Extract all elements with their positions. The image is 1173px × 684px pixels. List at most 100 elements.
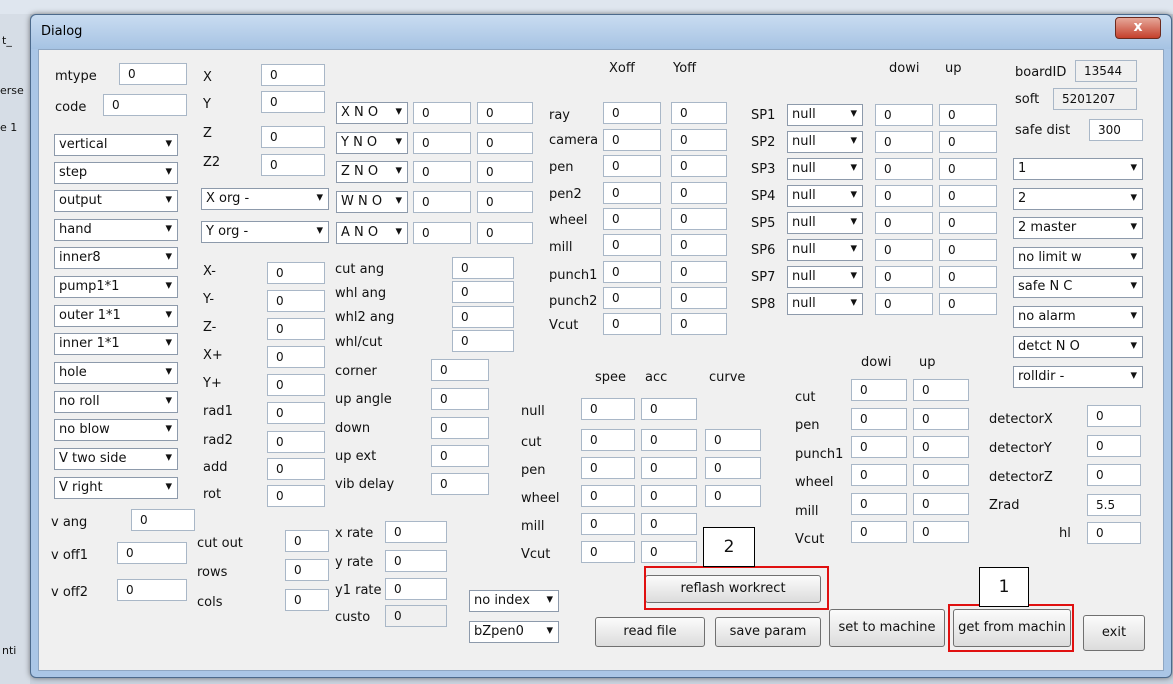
param-field[interactable]: 0 [431, 388, 489, 410]
y1-rate-field[interactable]: 0 [385, 578, 447, 600]
x-field[interactable]: 0 [261, 64, 325, 86]
axis-no-combo[interactable]: Z N O [336, 161, 408, 183]
mode-combo[interactable]: hand [54, 219, 178, 241]
mode-combo[interactable]: outer 1*1 [54, 305, 178, 327]
sp-up-field[interactable]: 0 [939, 185, 997, 207]
xoff-field[interactable]: 0 [603, 155, 661, 177]
tool-up-field[interactable]: 0 [913, 493, 969, 515]
tool-up-field[interactable]: 0 [913, 408, 969, 430]
spee-field[interactable]: 0 [581, 429, 635, 451]
limit-field[interactable]: 0 [267, 458, 325, 480]
yoff-field[interactable]: 0 [671, 155, 727, 177]
yoff-field[interactable]: 0 [671, 208, 727, 230]
cols-field[interactable]: 0 [285, 589, 329, 611]
xoff-field[interactable]: 0 [603, 234, 661, 256]
y-org-combo[interactable]: Y org - [201, 221, 329, 243]
sp-up-field[interactable]: 0 [939, 239, 997, 261]
acc-field[interactable]: 0 [641, 485, 697, 507]
angle-field[interactable]: 0 [452, 257, 514, 279]
limit-field[interactable]: 0 [267, 318, 325, 340]
tool-down-field[interactable]: 0 [851, 436, 907, 458]
xoff-field[interactable]: 0 [603, 129, 661, 151]
axis-no-field[interactable]: 0 [413, 132, 471, 154]
sp-up-field[interactable]: 0 [939, 131, 997, 153]
spee-field[interactable]: 0 [581, 485, 635, 507]
sp-down-field[interactable]: 0 [875, 185, 933, 207]
read-file-button[interactable]: read file [595, 617, 705, 647]
xoff-field[interactable]: 0 [603, 208, 661, 230]
setting-combo[interactable]: safe N C [1013, 276, 1143, 298]
tool-down-field[interactable]: 0 [851, 493, 907, 515]
axis-no-field[interactable]: 0 [477, 222, 533, 244]
sp-down-field[interactable]: 0 [875, 131, 933, 153]
sp-down-field[interactable]: 0 [875, 239, 933, 261]
mode-combo[interactable]: no roll [54, 391, 178, 413]
curve-field[interactable]: 0 [705, 485, 761, 507]
v-off1-field[interactable]: 0 [117, 542, 187, 564]
tool-up-field[interactable]: 0 [913, 379, 969, 401]
mode-combo[interactable]: pump1*1 [54, 276, 178, 298]
angle-field[interactable]: 0 [452, 330, 514, 352]
tool-up-field[interactable]: 0 [913, 436, 969, 458]
tool-down-field[interactable]: 0 [851, 464, 907, 486]
x-org-combo[interactable]: X org - [201, 188, 329, 210]
z-field[interactable]: 0 [261, 126, 325, 148]
setting-combo[interactable]: 1 [1013, 158, 1143, 180]
yoff-field[interactable]: 0 [671, 313, 727, 335]
setting-combo[interactable]: 2 [1013, 188, 1143, 210]
setting-combo[interactable]: detct N O [1013, 336, 1143, 358]
xoff-field[interactable]: 0 [603, 287, 661, 309]
y-field[interactable]: 0 [261, 91, 325, 113]
sp-down-field[interactable]: 0 [875, 104, 933, 126]
sp-combo[interactable]: null [787, 131, 863, 153]
limit-field[interactable]: 0 [267, 431, 325, 453]
axis-no-field[interactable]: 0 [413, 161, 471, 183]
mode-combo[interactable]: inner 1*1 [54, 333, 178, 355]
acc-field[interactable]: 0 [641, 398, 697, 420]
yoff-field[interactable]: 0 [671, 234, 727, 256]
limit-field[interactable]: 0 [267, 485, 325, 507]
setting-combo[interactable]: rolldir - [1013, 366, 1143, 388]
setting-combo[interactable]: no alarm [1013, 306, 1143, 328]
axis-no-field[interactable]: 0 [477, 132, 533, 154]
v-ang-field[interactable]: 0 [131, 509, 195, 531]
axis-no-combo[interactable]: W N O [336, 191, 408, 213]
detector-field[interactable]: 5.5 [1087, 494, 1141, 516]
yoff-field[interactable]: 0 [671, 182, 727, 204]
axis-no-field[interactable]: 0 [413, 102, 471, 124]
save-param-button[interactable]: save param [715, 617, 821, 647]
limit-field[interactable]: 0 [267, 290, 325, 312]
xoff-field[interactable]: 0 [603, 313, 661, 335]
rows-field[interactable]: 0 [285, 559, 329, 581]
safe-dist-field[interactable]: 300 [1089, 119, 1143, 141]
sp-up-field[interactable]: 0 [939, 158, 997, 180]
mode-combo[interactable]: V right [54, 477, 178, 499]
title-bar[interactable]: Dialog x [31, 15, 1171, 49]
setting-combo[interactable]: no limit w [1013, 247, 1143, 269]
y-rate-field[interactable]: 0 [385, 550, 447, 572]
tool-up-field[interactable]: 0 [913, 521, 969, 543]
mode-combo[interactable]: hole [54, 362, 178, 384]
tool-down-field[interactable]: 0 [851, 379, 907, 401]
sp-combo[interactable]: null [787, 158, 863, 180]
sp-combo[interactable]: null [787, 293, 863, 315]
mode-combo[interactable]: inner8 [54, 247, 178, 269]
limit-field[interactable]: 0 [267, 402, 325, 424]
spee-field[interactable]: 0 [581, 541, 635, 563]
code-field[interactable]: 0 [103, 94, 187, 116]
limit-field[interactable]: 0 [267, 374, 325, 396]
spee-field[interactable]: 0 [581, 457, 635, 479]
sp-combo[interactable]: null [787, 212, 863, 234]
xoff-field[interactable]: 0 [603, 261, 661, 283]
sp-up-field[interactable]: 0 [939, 104, 997, 126]
sp-combo[interactable]: null [787, 104, 863, 126]
param-field[interactable]: 0 [431, 445, 489, 467]
angle-field[interactable]: 0 [452, 281, 514, 303]
limit-field[interactable]: 0 [267, 262, 325, 284]
exit-button[interactable]: exit [1083, 615, 1145, 651]
curve-field[interactable]: 0 [705, 457, 761, 479]
setting-combo[interactable]: 2 master [1013, 217, 1143, 239]
yoff-field[interactable]: 0 [671, 129, 727, 151]
mode-combo[interactable]: vertical [54, 134, 178, 156]
axis-no-field[interactable]: 0 [477, 191, 533, 213]
